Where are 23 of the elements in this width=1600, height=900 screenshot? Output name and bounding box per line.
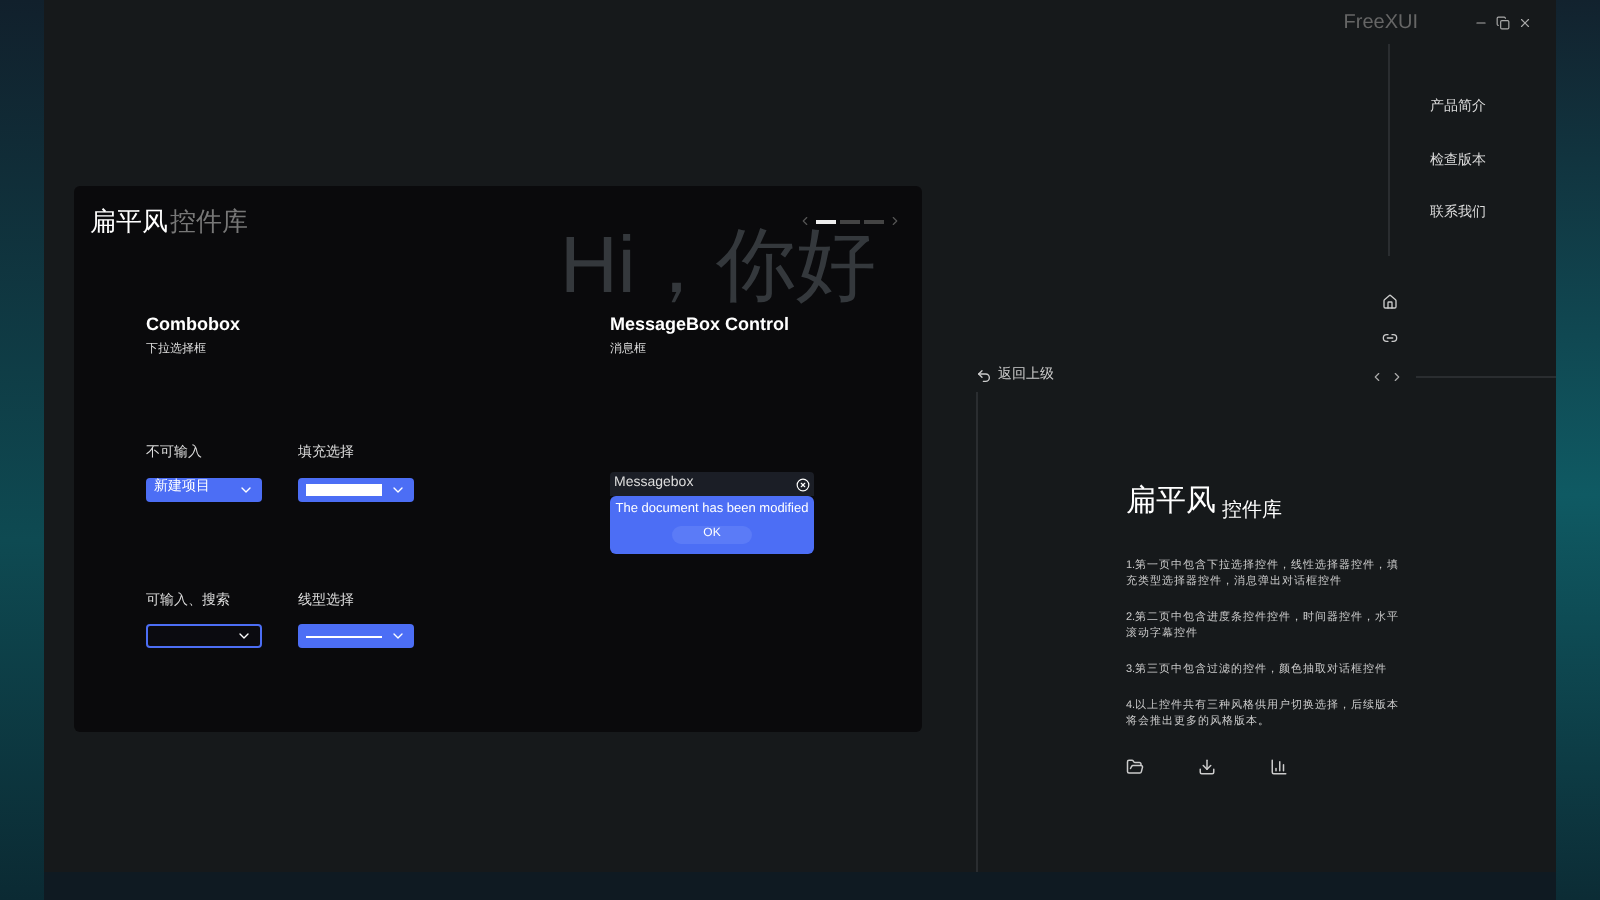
section-title: MessageBox Control	[610, 311, 792, 338]
previous-icon[interactable]	[1370, 369, 1384, 383]
chart-icon[interactable]	[1270, 757, 1288, 775]
download-icon[interactable]	[1198, 757, 1216, 775]
combobox[interactable]	[298, 477, 414, 501]
line-bar	[306, 635, 382, 637]
chevron-down-icon	[390, 628, 406, 644]
intro-title: 扁平风	[1126, 482, 1216, 522]
next-icon[interactable]	[1390, 369, 1404, 383]
intro-subtitle: 控件库	[1222, 497, 1282, 525]
fill-bar	[306, 483, 382, 495]
back-arrow-icon	[976, 368, 992, 384]
window-title: FreeXUI	[1343, 9, 1418, 37]
card-title: 扁平风	[90, 204, 168, 240]
section-title: Combobox	[146, 311, 242, 337]
chevron-down-icon	[236, 628, 252, 644]
restore-icon[interactable]	[1496, 15, 1510, 29]
folder-icon[interactable]	[1126, 757, 1144, 775]
page-indicator[interactable]	[816, 219, 836, 224]
link-icon[interactable]	[1382, 330, 1398, 346]
card-subtitle: 控件库	[170, 204, 248, 240]
close-icon[interactable]	[1518, 15, 1532, 29]
home-icon[interactable]	[1382, 294, 1398, 310]
